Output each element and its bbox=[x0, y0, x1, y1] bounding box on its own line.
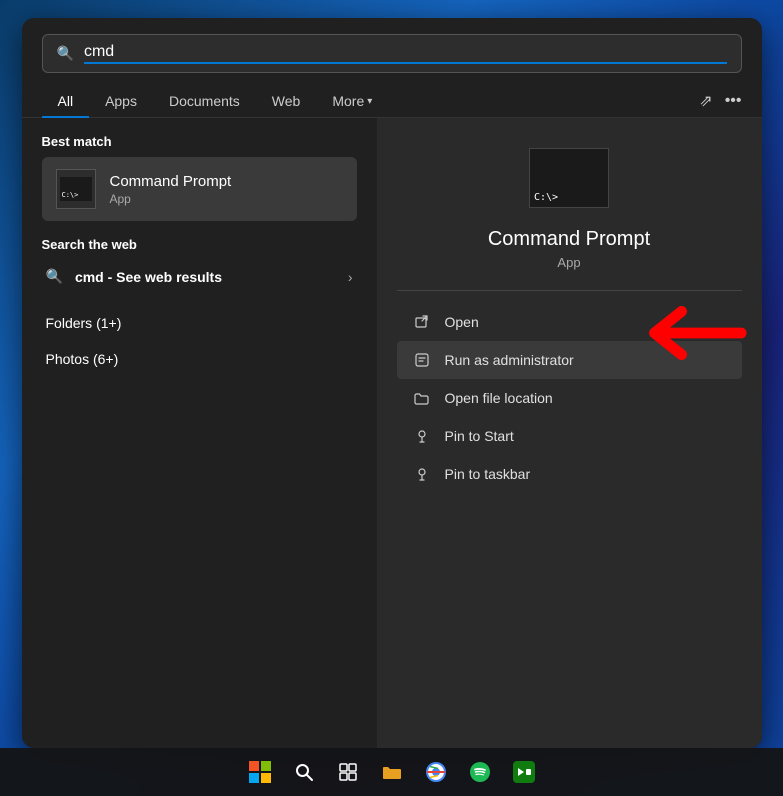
web-search-arrow-icon: › bbox=[348, 269, 353, 285]
photos-label[interactable]: Photos (6+) bbox=[42, 345, 357, 373]
pin-start-icon bbox=[413, 427, 431, 445]
browser-icon bbox=[425, 761, 447, 783]
file-explorer-icon bbox=[381, 763, 403, 781]
win-logo-cell-3 bbox=[249, 773, 259, 783]
web-search-section: Search the web 🔍 cmd - See web results › bbox=[42, 237, 357, 293]
shield-icon bbox=[413, 351, 431, 369]
web-search-label: Search the web bbox=[42, 237, 357, 252]
taskbar bbox=[0, 748, 783, 796]
pin-to-start-label: Pin to Start bbox=[445, 428, 514, 444]
win-logo-cell-4 bbox=[261, 773, 271, 783]
web-search-text: cmd - See web results bbox=[75, 269, 336, 285]
taskbar-file-explorer-button[interactable] bbox=[372, 752, 412, 792]
left-panel: Best match Command Prompt App Search the… bbox=[22, 118, 377, 748]
taskbar-spotify-button[interactable] bbox=[460, 752, 500, 792]
web-search-query: cmd bbox=[75, 269, 104, 285]
pin-taskbar-icon bbox=[413, 465, 431, 483]
taskbar-search-icon bbox=[294, 762, 314, 782]
taskbar-xbox-button[interactable] bbox=[504, 752, 544, 792]
best-match-label: Best match bbox=[42, 134, 357, 149]
start-menu: 🔍 cmd All Apps Documents Web More ⇗ ••• … bbox=[22, 18, 762, 748]
desktop: 🔍 cmd All Apps Documents Web More ⇗ ••• … bbox=[0, 0, 783, 796]
taskbar-search-button[interactable] bbox=[284, 752, 324, 792]
taskbar-task-view-button[interactable] bbox=[328, 752, 368, 792]
folders-label[interactable]: Folders (1+) bbox=[42, 309, 357, 337]
xbox-icon bbox=[513, 761, 535, 783]
taskbar-browser-button[interactable] bbox=[416, 752, 456, 792]
tab-all[interactable]: All bbox=[42, 85, 90, 117]
tab-more[interactable]: More bbox=[316, 85, 388, 117]
best-match-name: Command Prompt bbox=[110, 173, 343, 190]
win-logo-cell-2 bbox=[261, 761, 271, 771]
cmd-icon bbox=[56, 169, 96, 209]
open-file-location-label: Open file location bbox=[445, 390, 553, 406]
taskbar-start-button[interactable] bbox=[240, 752, 280, 792]
best-match-info: Command Prompt App bbox=[110, 173, 343, 206]
cmd-icon-inner bbox=[60, 177, 92, 201]
web-search-magnifier-icon: 🔍 bbox=[46, 268, 63, 285]
open-icon bbox=[413, 313, 431, 331]
tab-icon-area: ⇗ ••• bbox=[699, 91, 741, 111]
right-app-name: Command Prompt bbox=[488, 228, 650, 251]
spotify-icon bbox=[469, 761, 491, 783]
context-pin-to-taskbar[interactable]: Pin to taskbar bbox=[397, 455, 742, 493]
open-label: Open bbox=[445, 314, 479, 330]
web-search-item[interactable]: 🔍 cmd - See web results › bbox=[42, 260, 357, 293]
search-bar[interactable]: 🔍 cmd bbox=[42, 34, 742, 73]
filter-tabs: All Apps Documents Web More ⇗ ••• bbox=[22, 85, 762, 118]
windows-logo-icon bbox=[249, 761, 271, 783]
right-app-type: App bbox=[557, 255, 580, 270]
tab-web[interactable]: Web bbox=[256, 85, 317, 117]
tab-share-icon[interactable]: ⇗ bbox=[699, 91, 712, 111]
best-match-item[interactable]: Command Prompt App bbox=[42, 157, 357, 221]
folder-icon bbox=[413, 389, 431, 407]
search-input[interactable]: cmd bbox=[84, 43, 727, 64]
tab-documents[interactable]: Documents bbox=[153, 85, 256, 117]
win-logo-cell-1 bbox=[249, 761, 259, 771]
folders-section: Folders (1+) bbox=[42, 309, 357, 337]
red-arrow-indicator bbox=[622, 293, 752, 373]
run-as-admin-label: Run as administrator bbox=[445, 352, 574, 368]
pin-to-taskbar-label: Pin to taskbar bbox=[445, 466, 531, 482]
best-match-type: App bbox=[110, 192, 343, 206]
photos-section: Photos (6+) bbox=[42, 345, 357, 373]
tab-more-icon[interactable]: ••• bbox=[725, 92, 742, 110]
right-divider bbox=[397, 290, 742, 291]
web-search-suffix: - See web results bbox=[104, 269, 222, 285]
search-icon: 🔍 bbox=[57, 45, 74, 62]
task-view-icon bbox=[338, 762, 358, 782]
tab-apps[interactable]: Apps bbox=[89, 85, 153, 117]
context-pin-to-start[interactable]: Pin to Start bbox=[397, 417, 742, 455]
cmd-preview-icon bbox=[529, 148, 609, 208]
main-content: Best match Command Prompt App Search the… bbox=[22, 118, 762, 748]
context-open-file-location[interactable]: Open file location bbox=[397, 379, 742, 417]
right-panel: Command Prompt App Open bbox=[377, 118, 762, 748]
